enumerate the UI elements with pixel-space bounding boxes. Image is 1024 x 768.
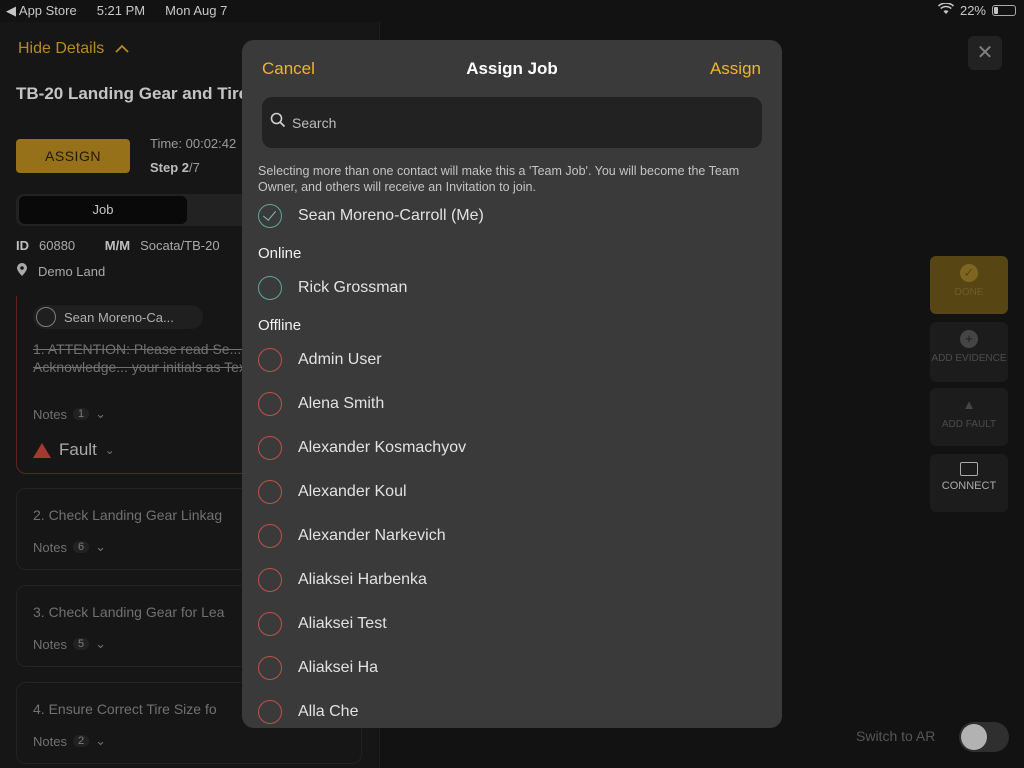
checkbox-unchecked-icon[interactable] bbox=[258, 348, 282, 372]
contact-row[interactable]: Rick Grossman bbox=[258, 273, 407, 303]
contact-name: Alexander Narkevich bbox=[298, 527, 446, 544]
modal-title: Assign Job bbox=[466, 59, 558, 78]
search-icon bbox=[270, 112, 286, 133]
contact-name: Alexander Koul bbox=[298, 483, 407, 500]
checkbox-unchecked-icon[interactable] bbox=[258, 392, 282, 416]
contact-name: Aliaksei Ha bbox=[298, 659, 379, 676]
contact-row[interactable]: Aliaksei Ha bbox=[258, 653, 378, 683]
checkbox-unchecked-icon[interactable] bbox=[258, 480, 282, 504]
contact-row[interactable]: Aliaksei Harbenka bbox=[258, 565, 427, 595]
contact-row-me[interactable]: Sean Moreno-Carroll (Me) bbox=[258, 201, 484, 231]
contact-name: Alla Che bbox=[298, 703, 359, 720]
search-input[interactable] bbox=[292, 114, 732, 131]
contact-row[interactable]: Alla Che bbox=[258, 697, 358, 727]
contact-name: Rick Grossman bbox=[298, 279, 408, 296]
assign-confirm-button[interactable]: Assign bbox=[710, 59, 761, 79]
offline-section-header: Offline bbox=[258, 317, 302, 334]
contact-row[interactable]: Alexander Koul bbox=[258, 477, 407, 507]
contact-name: Aliaksei Test bbox=[298, 615, 387, 632]
checkbox-unchecked-icon[interactable] bbox=[258, 568, 282, 592]
contact-row[interactable]: Alexander Narkevich bbox=[258, 521, 446, 551]
checkbox-checked-icon[interactable] bbox=[258, 204, 282, 228]
contact-row[interactable]: Aliaksei Test bbox=[258, 609, 387, 639]
contact-row[interactable]: Admin User bbox=[258, 345, 382, 375]
online-section-header: Online bbox=[258, 245, 302, 262]
contact-name: Aliaksei Harbenka bbox=[298, 571, 427, 588]
checkbox-unchecked-icon[interactable] bbox=[258, 436, 282, 460]
checkbox-unchecked-icon[interactable] bbox=[258, 700, 282, 724]
checkbox-unchecked-icon[interactable] bbox=[258, 656, 282, 680]
contact-row[interactable]: Alexander Kosmachyov bbox=[258, 433, 466, 463]
checkbox-unchecked-icon[interactable] bbox=[258, 612, 282, 636]
contact-name: Alexander Kosmachyov bbox=[298, 439, 467, 456]
checkbox-unchecked-icon[interactable] bbox=[258, 276, 282, 300]
assign-job-modal: Cancel Assign Job Assign Selecting more … bbox=[242, 40, 782, 728]
contact-row[interactable]: Alena Smith bbox=[258, 389, 384, 419]
search-bar[interactable] bbox=[262, 97, 762, 148]
contact-name: Alena Smith bbox=[298, 395, 385, 412]
checkbox-unchecked-icon[interactable] bbox=[258, 524, 282, 548]
contact-name: Admin User bbox=[298, 351, 382, 368]
team-job-help-text: Selecting more than one contact will mak… bbox=[258, 164, 740, 194]
contact-name: Sean Moreno-Carroll (Me) bbox=[298, 207, 484, 224]
